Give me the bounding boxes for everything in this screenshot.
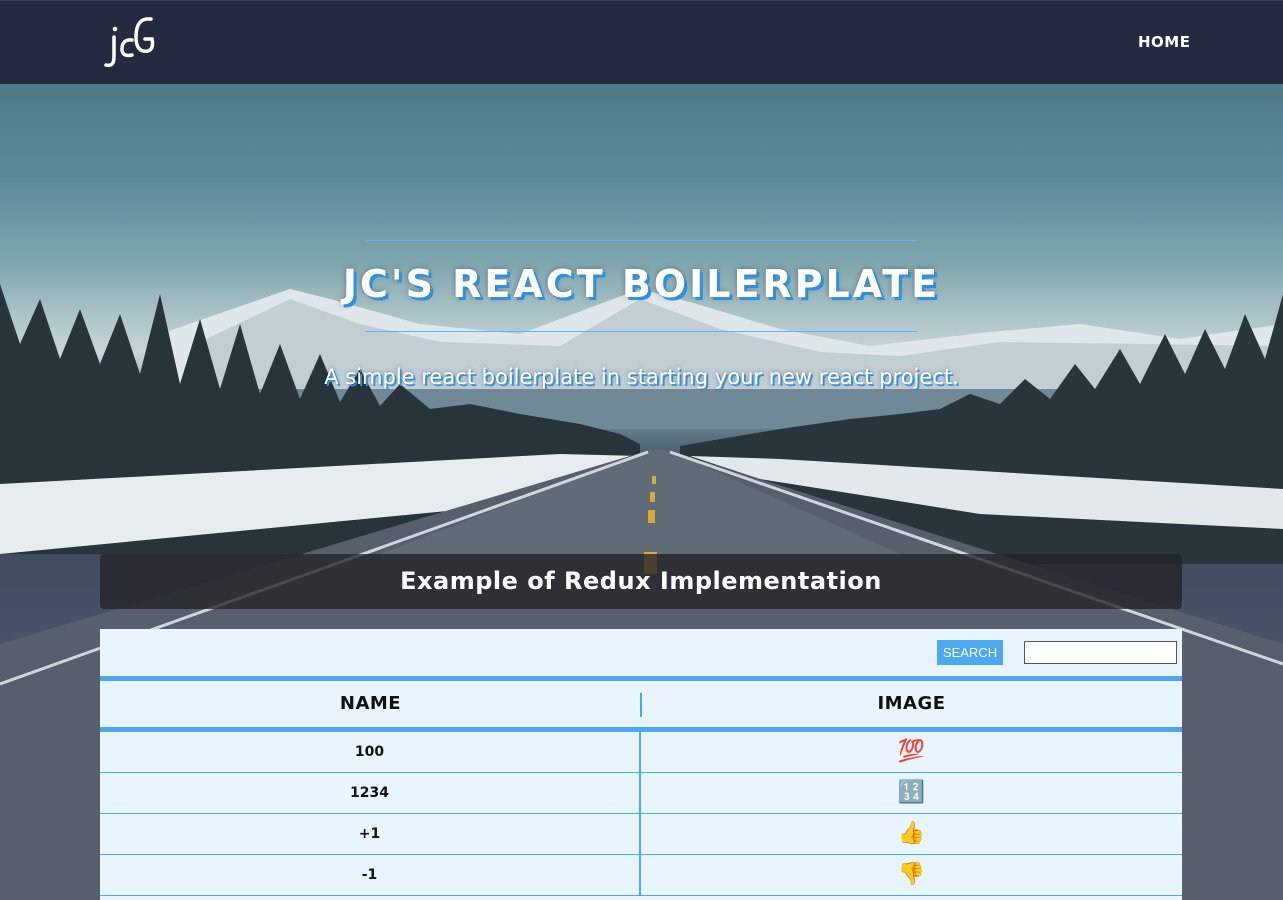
table-row[interactable]: 1234 🔢	[100, 773, 1182, 814]
jcg-logo[interactable]	[100, 11, 160, 73]
hero-bottom-divider	[365, 331, 917, 332]
hero-top-divider	[365, 240, 917, 241]
top-navbar: HOME	[0, 0, 1283, 84]
search-input[interactable]	[1024, 641, 1177, 664]
cell-image: 💯	[897, 739, 926, 764]
cell-name: -1	[100, 855, 641, 895]
nav-link-home[interactable]: HOME	[1138, 33, 1190, 51]
cell-name: 1234	[100, 773, 641, 813]
search-button[interactable]: SEARCH	[937, 640, 1003, 665]
emoji-table-panel: SEARCH NAME IMAGE 100 💯 1234 🔢 +1 👍 -1 👎	[100, 629, 1182, 900]
cell-name: 100	[100, 732, 641, 772]
cell-image: 🔢	[897, 780, 926, 805]
column-divider	[640, 693, 642, 717]
column-header-name[interactable]: NAME	[100, 681, 641, 727]
table-row[interactable]: 100 💯	[100, 732, 1182, 773]
table-header: NAME IMAGE	[100, 681, 1182, 727]
cell-image: 👎	[897, 862, 926, 887]
hero-title: JC'S REACT BOILERPLATE	[342, 262, 941, 306]
hero-subtitle: A simple react boilerplate in starting y…	[324, 365, 959, 389]
section-title: Example of Redux Implementation	[100, 554, 1182, 609]
table-row[interactable]: -1 👎	[100, 855, 1182, 896]
cell-image: 👍	[897, 821, 926, 846]
table-toolbar: SEARCH	[100, 629, 1182, 676]
cell-name: +1	[100, 814, 641, 854]
column-header-image[interactable]: IMAGE	[641, 681, 1182, 727]
table-row[interactable]: +1 👍	[100, 814, 1182, 855]
